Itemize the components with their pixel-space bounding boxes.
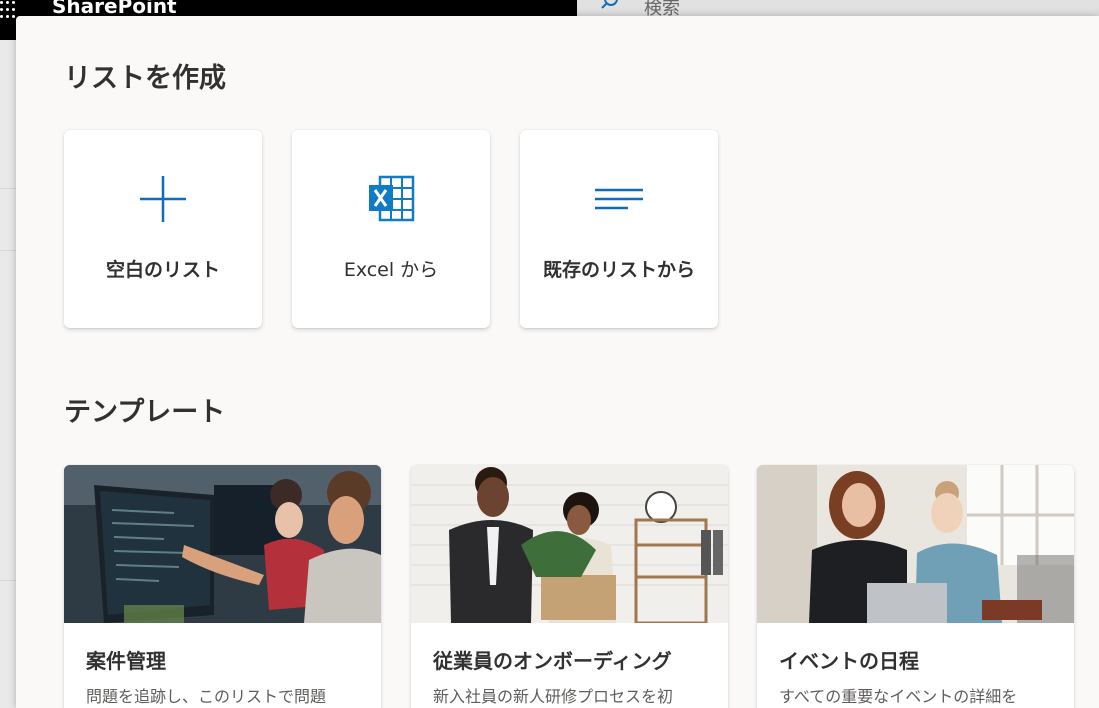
create-list-panel: リストを作成 空白のリスト Excel から 既存のリストから テンプレート 案… xyxy=(16,16,1099,708)
plus-icon xyxy=(140,176,186,222)
template-title: 案件管理 xyxy=(86,649,166,673)
template-description: 新入社員の新人研修プロセスを初 xyxy=(433,687,674,706)
template-title: 従業員のオンボーディング xyxy=(433,649,672,673)
from-existing-list-label: 既存のリストから xyxy=(542,259,695,281)
issue-tracker-photo xyxy=(64,465,381,623)
page-title: リストを作成 xyxy=(64,63,226,94)
template-description: 問題を追跡し、このリストで問題 xyxy=(86,687,327,706)
search-icon xyxy=(601,0,618,9)
background-page xyxy=(0,40,16,708)
templates-heading: テンプレート xyxy=(64,397,226,428)
template-title: イベントの日程 xyxy=(779,649,919,673)
template-card-event-itinerary[interactable]: イベントの日程 すべての重要なイベントの詳細を xyxy=(757,465,1074,708)
excel-icon xyxy=(369,175,415,222)
event-itinerary-photo xyxy=(757,465,1074,623)
template-description: すべての重要なイベントの詳細を xyxy=(779,687,1018,706)
from-excel-card[interactable]: Excel から xyxy=(292,130,490,328)
template-card-employee-onboarding[interactable]: 従業員のオンボーディング 新入社員の新人研修プロセスを初 xyxy=(411,465,728,708)
from-excel-label: Excel から xyxy=(343,259,439,281)
blank-list-card[interactable]: 空白のリスト xyxy=(64,130,262,328)
employee-onboarding-photo xyxy=(411,465,728,623)
blank-list-label: 空白のリスト xyxy=(105,259,220,281)
from-existing-list-card[interactable]: 既存のリストから xyxy=(520,130,718,328)
list-lines-icon xyxy=(595,188,643,210)
app-launcher-icon[interactable] xyxy=(0,0,18,19)
template-card-issue-tracker[interactable]: 案件管理 問題を追跡し、このリストで問題 xyxy=(64,465,381,708)
